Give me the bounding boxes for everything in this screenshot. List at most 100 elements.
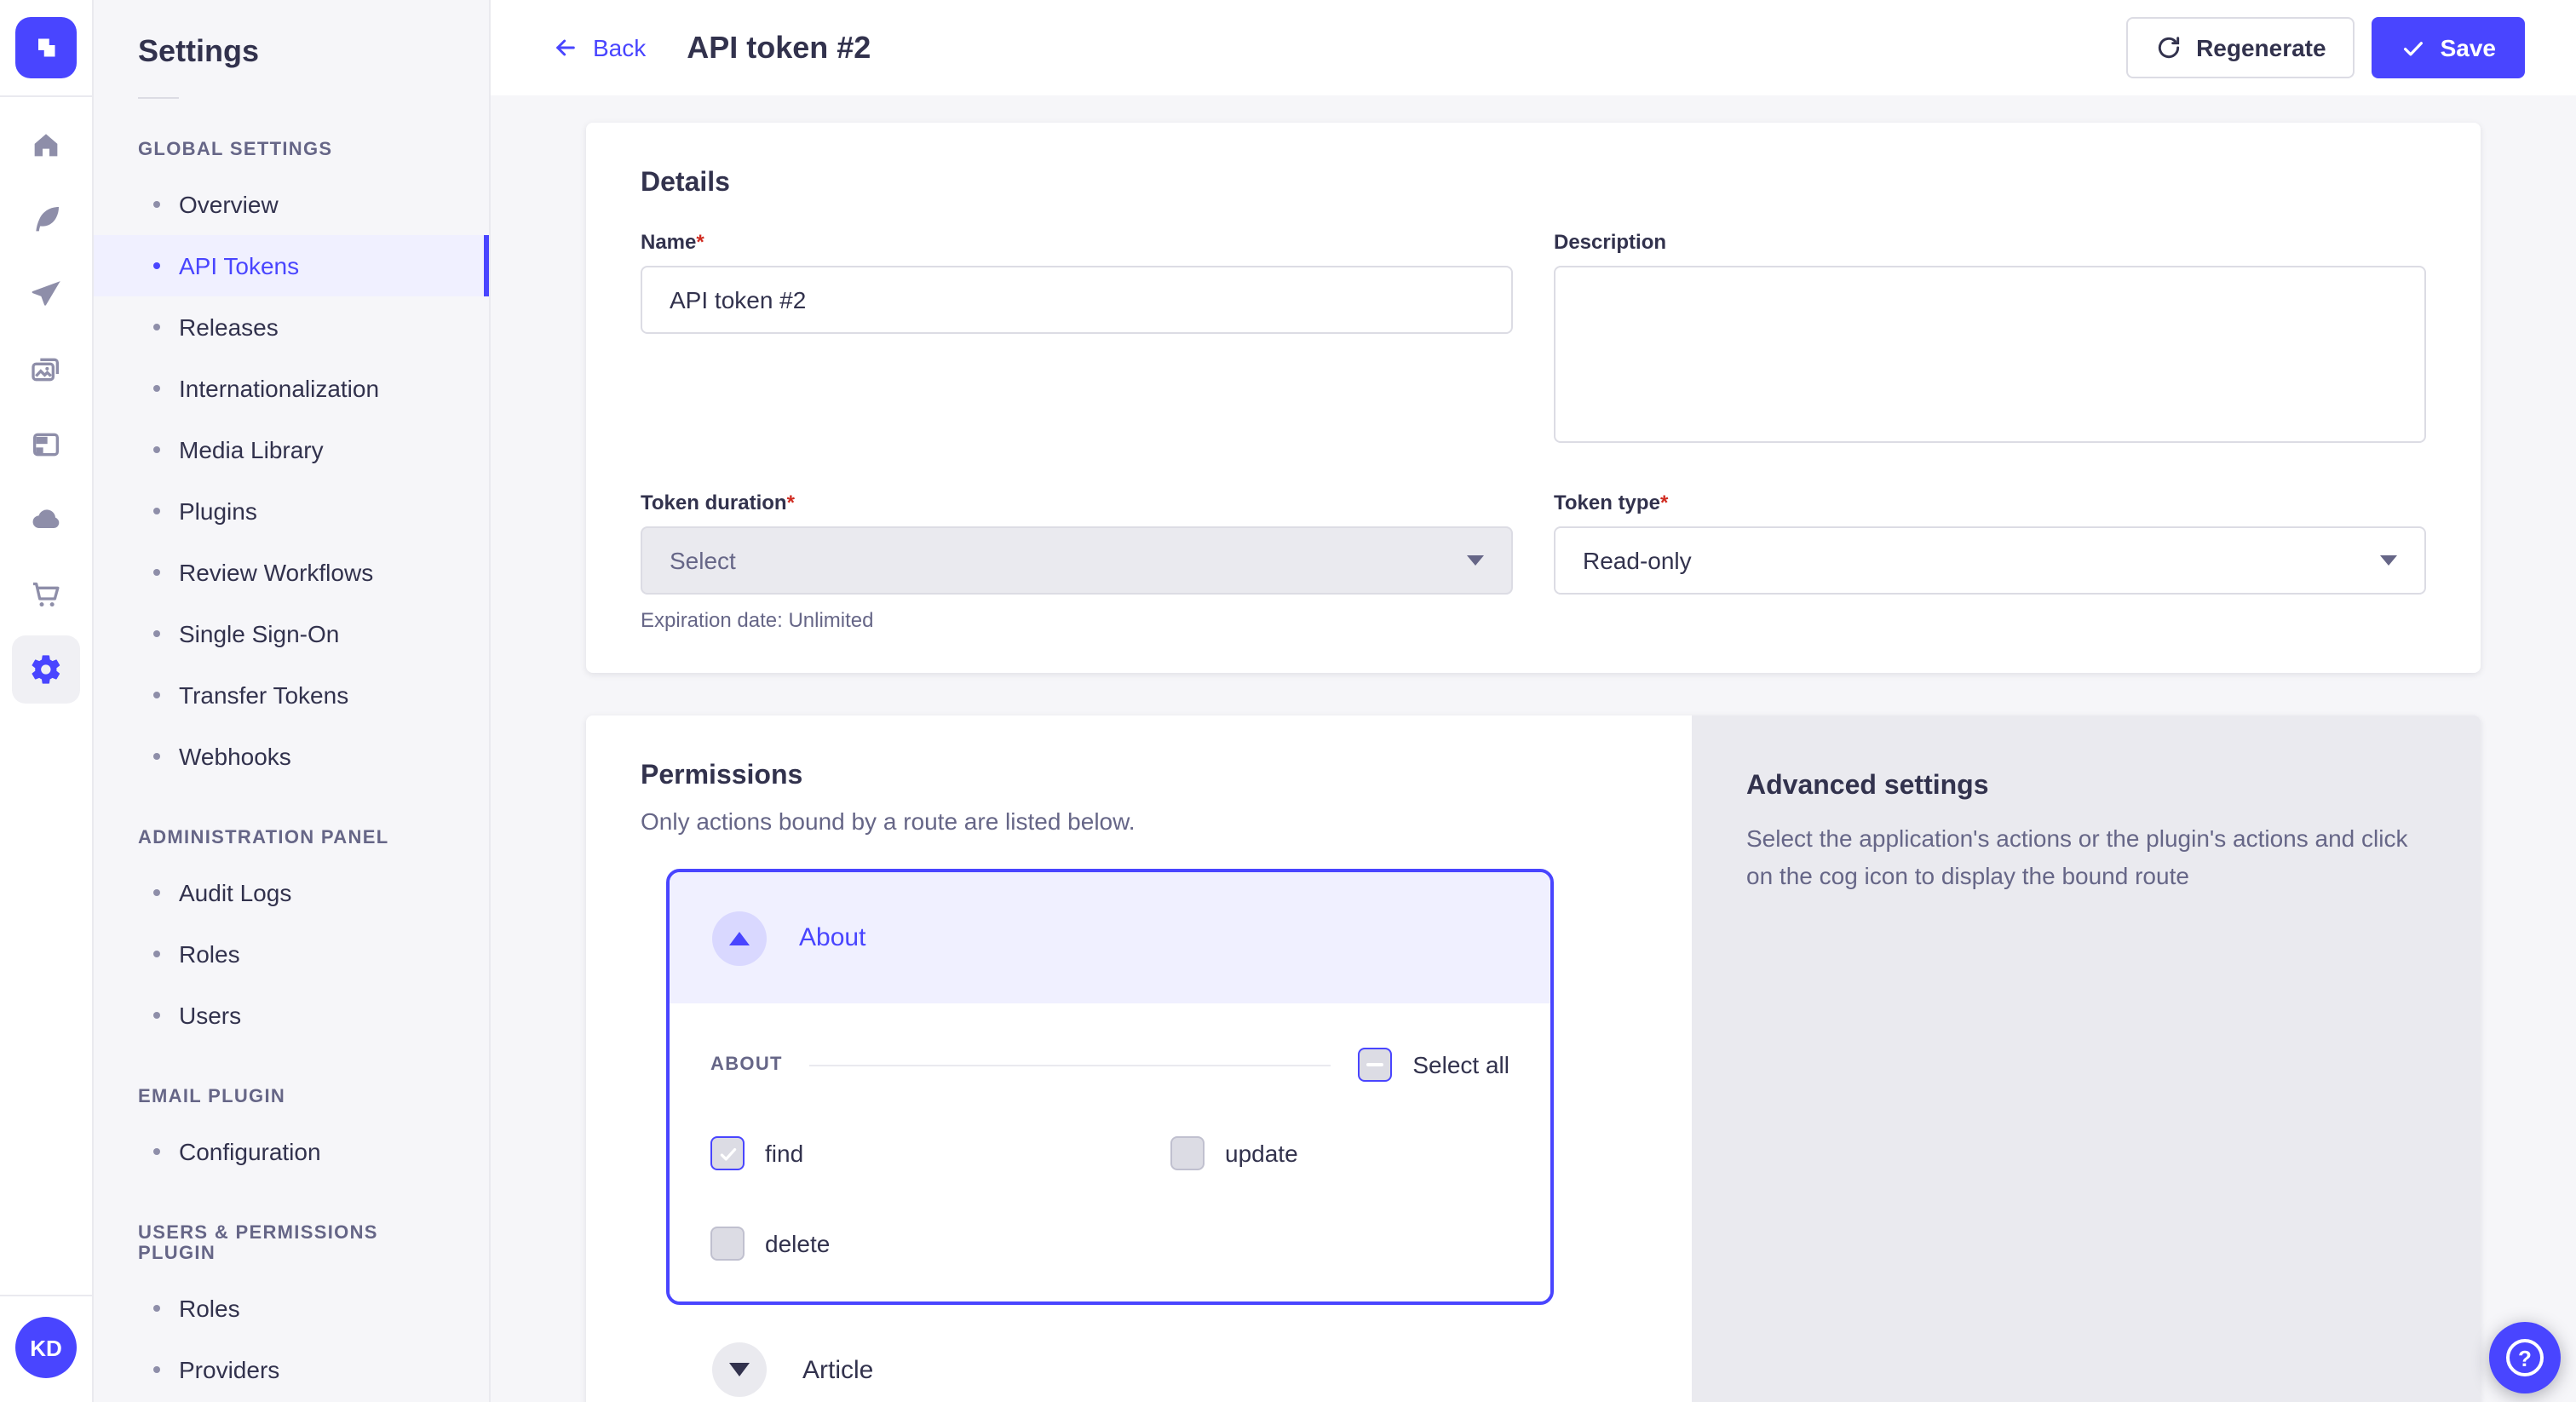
- chevron-up-circle-icon[interactable]: [712, 911, 767, 965]
- sidebar-item-label: Providers: [179, 1356, 279, 1383]
- paper-plane-icon[interactable]: [12, 261, 80, 329]
- sidebar-item-webhooks[interactable]: Webhooks: [94, 726, 489, 787]
- delete-checkbox[interactable]: [710, 1227, 745, 1261]
- nav-list-up: Roles Providers: [94, 1278, 489, 1400]
- bullet-icon: [153, 201, 160, 208]
- sidebar-item-label: Roles: [179, 940, 240, 968]
- accordion-article-header[interactable]: Article: [666, 1342, 1554, 1397]
- home-icon[interactable]: [12, 111, 80, 179]
- layout-icon[interactable]: [12, 411, 80, 479]
- sidebar-item-up-providers[interactable]: Providers: [94, 1339, 489, 1400]
- required-asterisk: *: [1660, 491, 1668, 514]
- sidebar-item-admin-users[interactable]: Users: [94, 985, 489, 1046]
- back-label: Back: [593, 34, 646, 61]
- accordion-group: About ABOUT Select all: [666, 869, 1554, 1402]
- description-textarea[interactable]: [1554, 266, 2426, 443]
- sidebar-item-transfer-tokens[interactable]: Transfer Tokens: [94, 664, 489, 726]
- sidebar-item-api-tokens[interactable]: API Tokens: [94, 235, 489, 296]
- name-input[interactable]: [641, 266, 1513, 334]
- feather-icon[interactable]: [12, 186, 80, 254]
- page-content: Details Name* Description Token duration…: [491, 95, 2576, 1402]
- arrow-left-icon: [552, 34, 579, 61]
- help-button[interactable]: ?: [2489, 1322, 2561, 1393]
- description-field-group: Description: [1554, 228, 2426, 451]
- accordion-article-title: Article: [802, 1355, 873, 1384]
- sidebar-item-review-workflows[interactable]: Review Workflows: [94, 542, 489, 603]
- token-duration-select[interactable]: Select: [641, 526, 1513, 595]
- settings-gear-icon[interactable]: [12, 635, 80, 704]
- bullet-icon: [153, 753, 160, 760]
- sidebar-item-label: Plugins: [179, 497, 257, 525]
- sidebar-item-label: Webhooks: [179, 743, 291, 770]
- sidebar-item-label: Review Workflows: [179, 559, 373, 586]
- bullet-icon: [153, 569, 160, 576]
- sidebar-item-label: Roles: [179, 1295, 240, 1322]
- bullet-icon: [153, 692, 160, 698]
- chevron-down-icon: [2380, 555, 2397, 566]
- bullet-icon: [153, 1366, 160, 1373]
- accordion-about: About ABOUT Select all: [666, 869, 1554, 1305]
- save-button[interactable]: Save: [2372, 17, 2525, 78]
- find-checkbox[interactable]: [710, 1136, 745, 1170]
- sidebar-item-label: API Tokens: [179, 252, 299, 279]
- token-duration-label: Token duration*: [641, 489, 1513, 516]
- icon-rail: KD: [0, 0, 94, 1402]
- sidebar-item-label: Releases: [179, 313, 279, 341]
- save-label: Save: [2441, 34, 2496, 61]
- regenerate-button[interactable]: Regenerate: [2126, 17, 2355, 78]
- sidebar-item-email-configuration[interactable]: Configuration: [94, 1121, 489, 1182]
- accordion-about-header[interactable]: About: [670, 872, 1550, 1003]
- marketplace-cart-icon[interactable]: [12, 560, 80, 629]
- avatar[interactable]: KD: [15, 1317, 77, 1378]
- permissions-panel: Permissions Only actions bound by a rout…: [586, 715, 1692, 1402]
- chevron-down-icon: [1467, 555, 1484, 566]
- action-row-delete: delete: [710, 1227, 1170, 1261]
- section-label-global-settings: GLOBAL SETTINGS: [138, 140, 445, 160]
- select-all-row: Select all: [1358, 1048, 1509, 1082]
- sidebar-item-audit-logs[interactable]: Audit Logs: [94, 862, 489, 923]
- strapi-logo[interactable]: [15, 17, 77, 78]
- token-type-select[interactable]: Read-only: [1554, 526, 2426, 595]
- sidebar-item-label: Configuration: [179, 1138, 321, 1165]
- about-section-label: ABOUT: [710, 1054, 783, 1075]
- nav-list-email: Configuration: [94, 1121, 489, 1182]
- sidebar-item-label: Media Library: [179, 436, 324, 463]
- bullet-icon: [153, 324, 160, 330]
- sidebar-item-label: Internationalization: [179, 375, 379, 402]
- sidebar-item-internationalization[interactable]: Internationalization: [94, 358, 489, 419]
- description-label: Description: [1554, 228, 2426, 256]
- update-checkbox[interactable]: [1170, 1136, 1205, 1170]
- bullet-icon: [153, 1305, 160, 1312]
- section-label-users-permissions-plugin: USERS & PERMISSIONS PLUGIN: [138, 1223, 445, 1264]
- bullet-icon: [153, 385, 160, 392]
- token-type-label: Token type*: [1554, 489, 2426, 516]
- sidebar-item-admin-roles[interactable]: Roles: [94, 923, 489, 985]
- sidebar-item-plugins[interactable]: Plugins: [94, 480, 489, 542]
- name-field-group: Name*: [641, 228, 1513, 451]
- rail-footer: KD: [0, 1295, 92, 1402]
- chevron-down-circle-icon[interactable]: [712, 1342, 767, 1397]
- name-label: Name*: [641, 228, 1513, 256]
- action-label: delete: [765, 1230, 830, 1257]
- accordion-about-body: ABOUT Select all: [670, 1003, 1550, 1301]
- about-section-row: ABOUT Select all: [710, 1048, 1509, 1082]
- back-button[interactable]: Back: [552, 34, 646, 61]
- sidebar-item-single-sign-on[interactable]: Single Sign-On: [94, 603, 489, 664]
- section-divider: [810, 1064, 1331, 1066]
- select-all-label: Select all: [1412, 1051, 1509, 1078]
- media-library-icon[interactable]: [12, 336, 80, 404]
- sidebar-item-releases[interactable]: Releases: [94, 296, 489, 358]
- cloud-icon[interactable]: [12, 486, 80, 554]
- subnav-title: Settings: [138, 34, 489, 70]
- strapi-logo-icon: [31, 32, 61, 63]
- check-icon: [2401, 35, 2427, 60]
- sidebar-item-media-library[interactable]: Media Library: [94, 419, 489, 480]
- bullet-icon: [153, 508, 160, 514]
- sidebar-item-overview[interactable]: Overview: [94, 174, 489, 235]
- sidebar-item-up-roles[interactable]: Roles: [94, 1278, 489, 1339]
- action-row-update: update: [1170, 1136, 1509, 1170]
- details-card: Details Name* Description Token duration…: [586, 123, 2481, 673]
- page-header: Back API token #2 Regenerate Save: [491, 0, 2576, 95]
- select-all-checkbox[interactable]: [1358, 1048, 1392, 1082]
- bullet-icon: [153, 262, 160, 269]
